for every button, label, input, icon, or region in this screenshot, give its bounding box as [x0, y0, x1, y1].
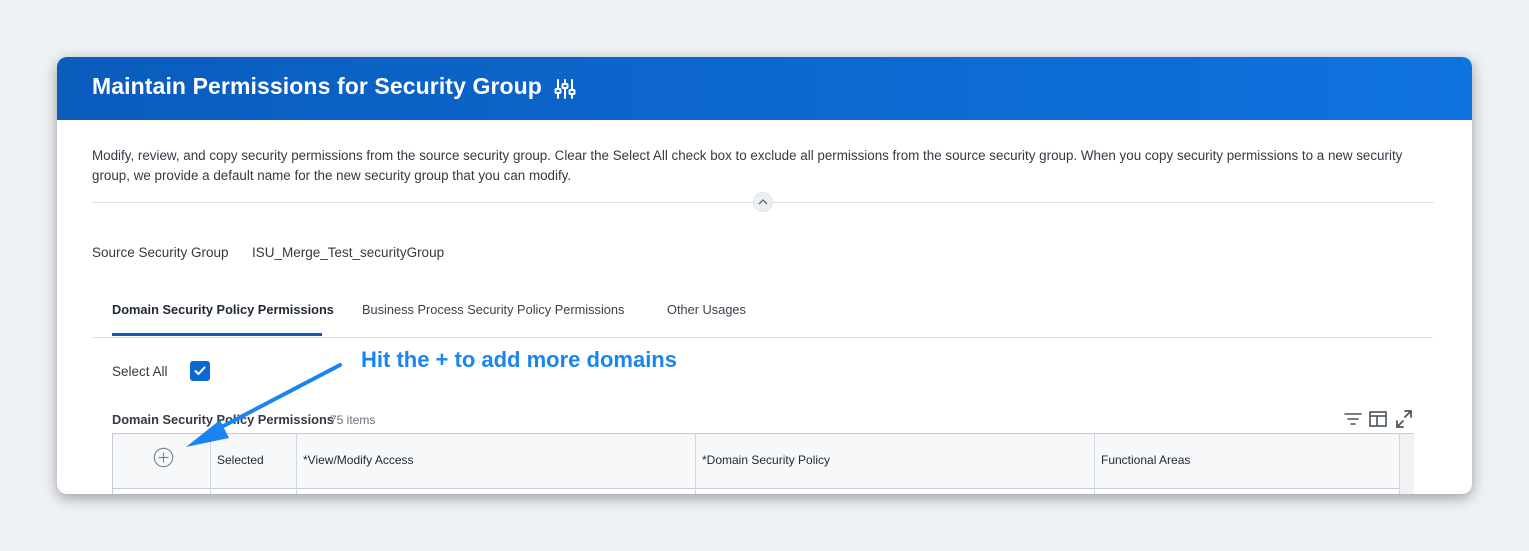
column-divider: [1094, 434, 1095, 494]
add-row-button[interactable]: [153, 447, 174, 468]
tab-business-process-security-policy-permissions[interactable]: Business Process Security Policy Permiss…: [362, 302, 624, 317]
column-header-domain-security-policy[interactable]: *Domain Security Policy: [702, 453, 830, 467]
select-all-label: Select All: [112, 364, 168, 379]
filter-icon[interactable]: [1343, 409, 1363, 429]
annotation-callout: Hit the + to add more domains: [361, 347, 677, 372]
select-all-checkbox[interactable]: [190, 361, 210, 381]
tab-other-usages[interactable]: Other Usages: [667, 302, 746, 317]
table-title: Domain Security Policy Permissions: [112, 412, 334, 427]
permissions-table: Selected *View/Modify Access *Domain Sec…: [112, 433, 1414, 494]
task-card: Maintain Permissions for Security Group …: [57, 57, 1472, 494]
sliders-icon[interactable]: [554, 78, 576, 100]
chevron-up-icon: [758, 199, 768, 205]
source-group-value: ISU_Merge_Test_securityGroup: [252, 245, 445, 260]
table-scrollbar[interactable]: [1399, 434, 1414, 494]
fullscreen-icon[interactable]: [1394, 409, 1414, 429]
tab-domain-security-policy-permissions[interactable]: Domain Security Policy Permissions: [112, 302, 334, 317]
tab-bar: Domain Security Policy Permissions Busin…: [92, 287, 1433, 338]
column-divider: [695, 434, 696, 494]
columns-icon[interactable]: [1368, 409, 1388, 429]
plus-circle-icon: [153, 447, 174, 468]
page-header: Maintain Permissions for Security Group: [57, 57, 1472, 120]
table-item-count: 75 items: [330, 413, 376, 427]
checkmark-icon: [194, 366, 206, 375]
column-header-functional-areas[interactable]: Functional Areas: [1101, 453, 1190, 467]
source-group-label: Source Security Group: [92, 245, 229, 260]
active-tab-indicator: [112, 333, 322, 336]
page-title: Maintain Permissions for Security Group: [92, 73, 542, 99]
column-divider: [296, 434, 297, 494]
column-header-view-modify-access[interactable]: *View/Modify Access: [303, 453, 414, 467]
page-description: Modify, review, and copy security permis…: [92, 148, 1403, 183]
column-header-selected[interactable]: Selected: [217, 453, 264, 467]
column-divider: [210, 434, 211, 494]
collapse-button[interactable]: [753, 192, 773, 212]
